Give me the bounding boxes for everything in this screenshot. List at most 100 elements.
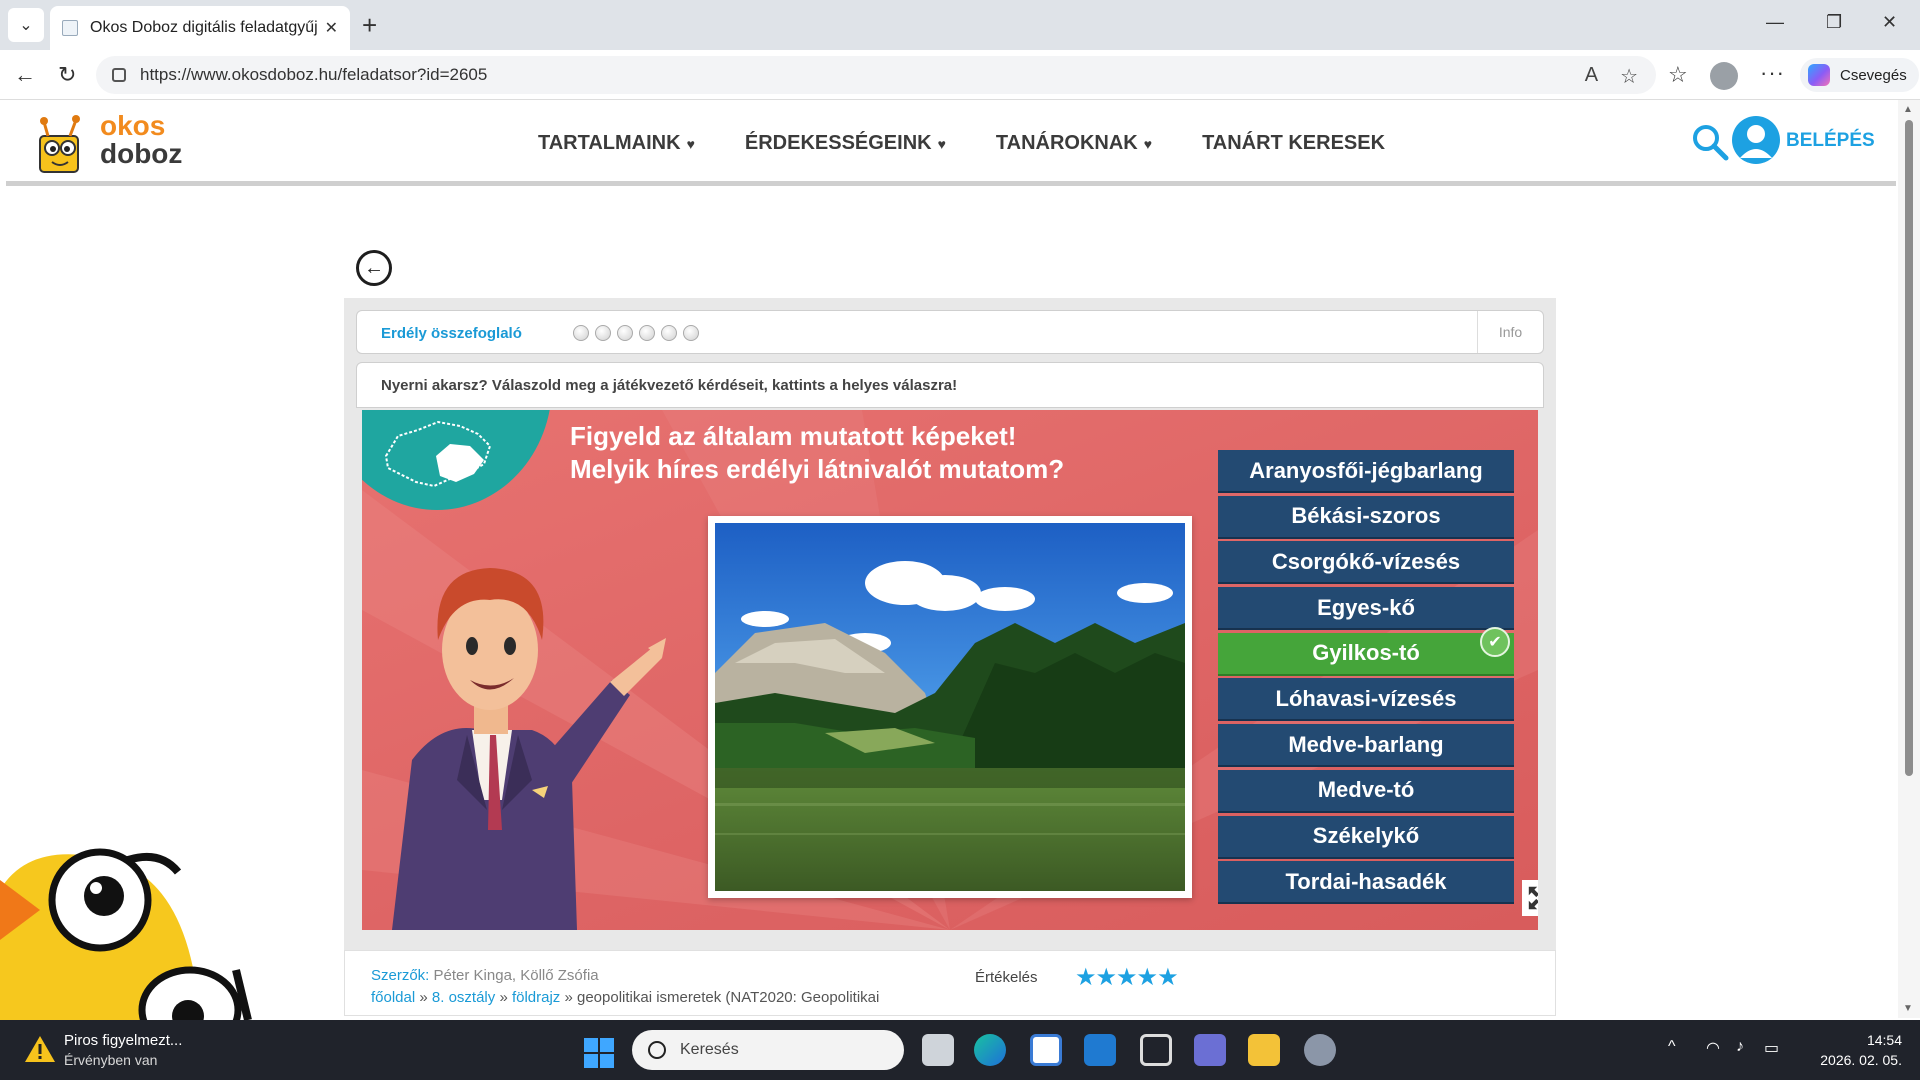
taskbar-clock[interactable]: 14:54 2026. 02. 05. — [1812, 1030, 1902, 1070]
file-explorer-icon[interactable] — [1248, 1034, 1280, 1066]
close-tab-icon[interactable]: ✕ — [325, 18, 338, 38]
info-button[interactable]: Info — [1477, 311, 1543, 353]
address-bar[interactable]: https://www.okosdoboz.hu/feladatsor?id=2… — [96, 56, 1656, 94]
scroll-down-icon[interactable]: ▼ — [1903, 1003, 1913, 1014]
chevron-down-icon: ⌄ — [19, 17, 33, 34]
question-line-1: Figyeld az általam mutatott képeket! — [570, 421, 1017, 451]
nav-item-tanart-keresek[interactable]: TANÁRT KERESEK — [1202, 132, 1385, 155]
progress-dot — [595, 325, 611, 341]
read-aloud-icon[interactable]: A — [1585, 64, 1598, 89]
quiz-host-character — [392, 568, 666, 930]
answer-button[interactable]: Aranyosfői-jégbarlang — [1218, 450, 1514, 493]
answer-button[interactable]: Lóhavasi-vízesés — [1218, 678, 1514, 722]
wifi-icon[interactable]: ◠ — [1706, 1038, 1720, 1058]
answer-label: Aranyosfői-jégbarlang — [1249, 457, 1483, 483]
main-navigation: TARTALMAINK ♥ ÉRDEKESSÉGEINK ♥ TANÁROKNA… — [538, 132, 1385, 155]
mascot-logo-icon — [39, 115, 80, 173]
answer-button-correct[interactable]: Gyilkos-tó ✔ — [1218, 626, 1514, 676]
outlook-icon[interactable] — [1084, 1034, 1116, 1066]
store-icon[interactable] — [1030, 1034, 1062, 1066]
answer-button[interactable]: Csorgókő-vízesés — [1218, 541, 1514, 585]
task-meta-panel: Szerzők: Péter Kinga, Köllő Zsófia főold… — [344, 950, 1556, 1016]
answer-label: Békási-szoros — [1291, 503, 1441, 529]
answer-button[interactable]: Medve-barlang — [1218, 724, 1514, 768]
search-icon[interactable] — [1690, 122, 1730, 162]
lake-photo-image — [715, 523, 1185, 891]
favorite-star-icon[interactable]: ☆ — [1620, 64, 1638, 89]
site-header: okos doboz TARTALMAINK ♥ ÉRDEKESSÉGEINK … — [6, 100, 1896, 186]
answer-button[interactable]: Békási-szoros — [1218, 495, 1514, 539]
user-avatar-icon[interactable] — [1732, 116, 1780, 164]
restore-icon[interactable]: ❐ — [1826, 12, 1842, 33]
caret-down-icon: ♥ — [686, 135, 695, 152]
edge-browser-icon[interactable] — [974, 1034, 1006, 1066]
authors-names: Péter Kinga, Köllő Zsófia — [433, 967, 599, 984]
nav-item-erdekessegeink[interactable]: ÉRDEKESSÉGEINK ♥ — [745, 132, 946, 155]
minimize-icon[interactable]: — — [1766, 12, 1784, 33]
rating-stars[interactable]: ★★★★★ — [1075, 963, 1179, 992]
authors-line: Szerzők: Péter Kinga, Köllő Zsófia — [371, 967, 599, 984]
answer-button[interactable]: Medve-tó — [1218, 769, 1514, 813]
progress-dot — [573, 325, 589, 341]
nav-item-tartalmaink[interactable]: TARTALMAINK ♥ — [538, 132, 695, 155]
nav-item-tanaroknak[interactable]: TANÁROKNAK ♥ — [996, 132, 1152, 155]
page-favicon-icon — [62, 20, 78, 36]
answer-label: Lóhavasi-vízesés — [1275, 685, 1457, 711]
browser-tab-bar: ⌄ Okos Doboz digitális feladatgyűjte ✕ +… — [0, 0, 1920, 50]
breadcrumb: főoldal » 8. osztály » földrajz » geopol… — [371, 989, 879, 1006]
answer-label: Medve-barlang — [1288, 731, 1444, 757]
task-view-icon[interactable] — [922, 1034, 954, 1066]
tab-title: Okos Doboz digitális feladatgyűjte — [90, 19, 317, 36]
breadcrumb-home[interactable]: főoldal — [371, 989, 415, 1006]
teams-icon[interactable] — [1194, 1034, 1226, 1066]
app-cube-icon[interactable] — [1140, 1034, 1172, 1066]
scrollbar-thumb[interactable] — [1905, 120, 1913, 776]
answer-label: Székelykő — [1312, 823, 1420, 848]
answer-button[interactable]: Egyes-kő — [1218, 587, 1514, 631]
rating-label: Értékelés — [975, 969, 1038, 986]
logo-text-doboz: doboz — [100, 138, 183, 169]
answer-label: Egyes-kő — [1317, 594, 1415, 620]
weather-alert-subtitle: Érvényben van — [64, 1052, 158, 1068]
show-hidden-icons[interactable]: ^ — [1668, 1038, 1676, 1056]
answer-button[interactable]: Tordai-hasadék — [1218, 861, 1514, 905]
settings-gear-icon[interactable] — [1304, 1034, 1336, 1066]
close-window-icon[interactable]: ✕ — [1882, 12, 1897, 33]
caret-down-icon: ♥ — [937, 135, 946, 152]
battery-icon[interactable]: ▭ — [1764, 1038, 1779, 1058]
answer-label: Medve-tó — [1317, 777, 1415, 803]
search-icon — [648, 1041, 666, 1059]
logo-text-okos: okos — [100, 110, 166, 141]
login-link[interactable]: BELÉPÉS — [1786, 130, 1875, 152]
taskbar-search[interactable]: Keresés — [632, 1030, 904, 1070]
profile-avatar-icon[interactable] — [1710, 62, 1738, 90]
weather-alert-title[interactable]: Piros figyelmezt... — [64, 1032, 182, 1049]
copilot-icon — [1808, 64, 1830, 86]
page-scrollbar[interactable]: ▲ ▼ — [1898, 100, 1920, 1018]
browser-tab[interactable]: Okos Doboz digitális feladatgyűjte ✕ — [50, 6, 350, 50]
fullscreen-icon[interactable] — [1522, 880, 1538, 916]
back-arrow-icon[interactable]: ← — [14, 62, 36, 88]
weather-warning-icon[interactable] — [24, 1034, 56, 1064]
favorites-icon[interactable]: ☆ — [1668, 62, 1688, 88]
quiz-app-frame: Erdély összefoglaló Info Nyerni akarsz? … — [344, 298, 1556, 1016]
tab-list-button[interactable]: ⌄ — [8, 8, 44, 42]
answer-label: Gyilkos-tó — [1312, 640, 1420, 666]
answer-list: Aranyosfői-jégbarlang Békási-szoros Csor… — [1218, 450, 1514, 907]
answer-button[interactable]: Székelykő — [1218, 815, 1514, 859]
url-text: https://www.okosdoboz.hu/feladatsor?id=2… — [140, 65, 488, 84]
question-text: Figyeld az általam mutatott képeket! Mel… — [570, 420, 1064, 486]
site-logo[interactable]: okos doboz — [30, 106, 183, 182]
back-button[interactable]: ← — [356, 250, 392, 286]
checkmark-icon: ✔ — [1480, 626, 1510, 657]
breadcrumb-class[interactable]: 8. osztály — [432, 989, 495, 1006]
more-options-icon[interactable]: ··· — [1760, 60, 1785, 86]
breadcrumb-subject[interactable]: földrajz — [512, 989, 560, 1006]
clock-date: 2026. 02. 05. — [1820, 1052, 1902, 1068]
refresh-icon[interactable]: ↻ — [58, 62, 76, 88]
copilot-button[interactable]: Csevegés — [1800, 58, 1919, 92]
start-button-icon[interactable] — [584, 1038, 614, 1068]
new-tab-button[interactable]: + — [362, 12, 377, 38]
scroll-up-icon[interactable]: ▲ — [1903, 104, 1913, 115]
volume-icon[interactable]: ♪ — [1736, 1038, 1744, 1056]
